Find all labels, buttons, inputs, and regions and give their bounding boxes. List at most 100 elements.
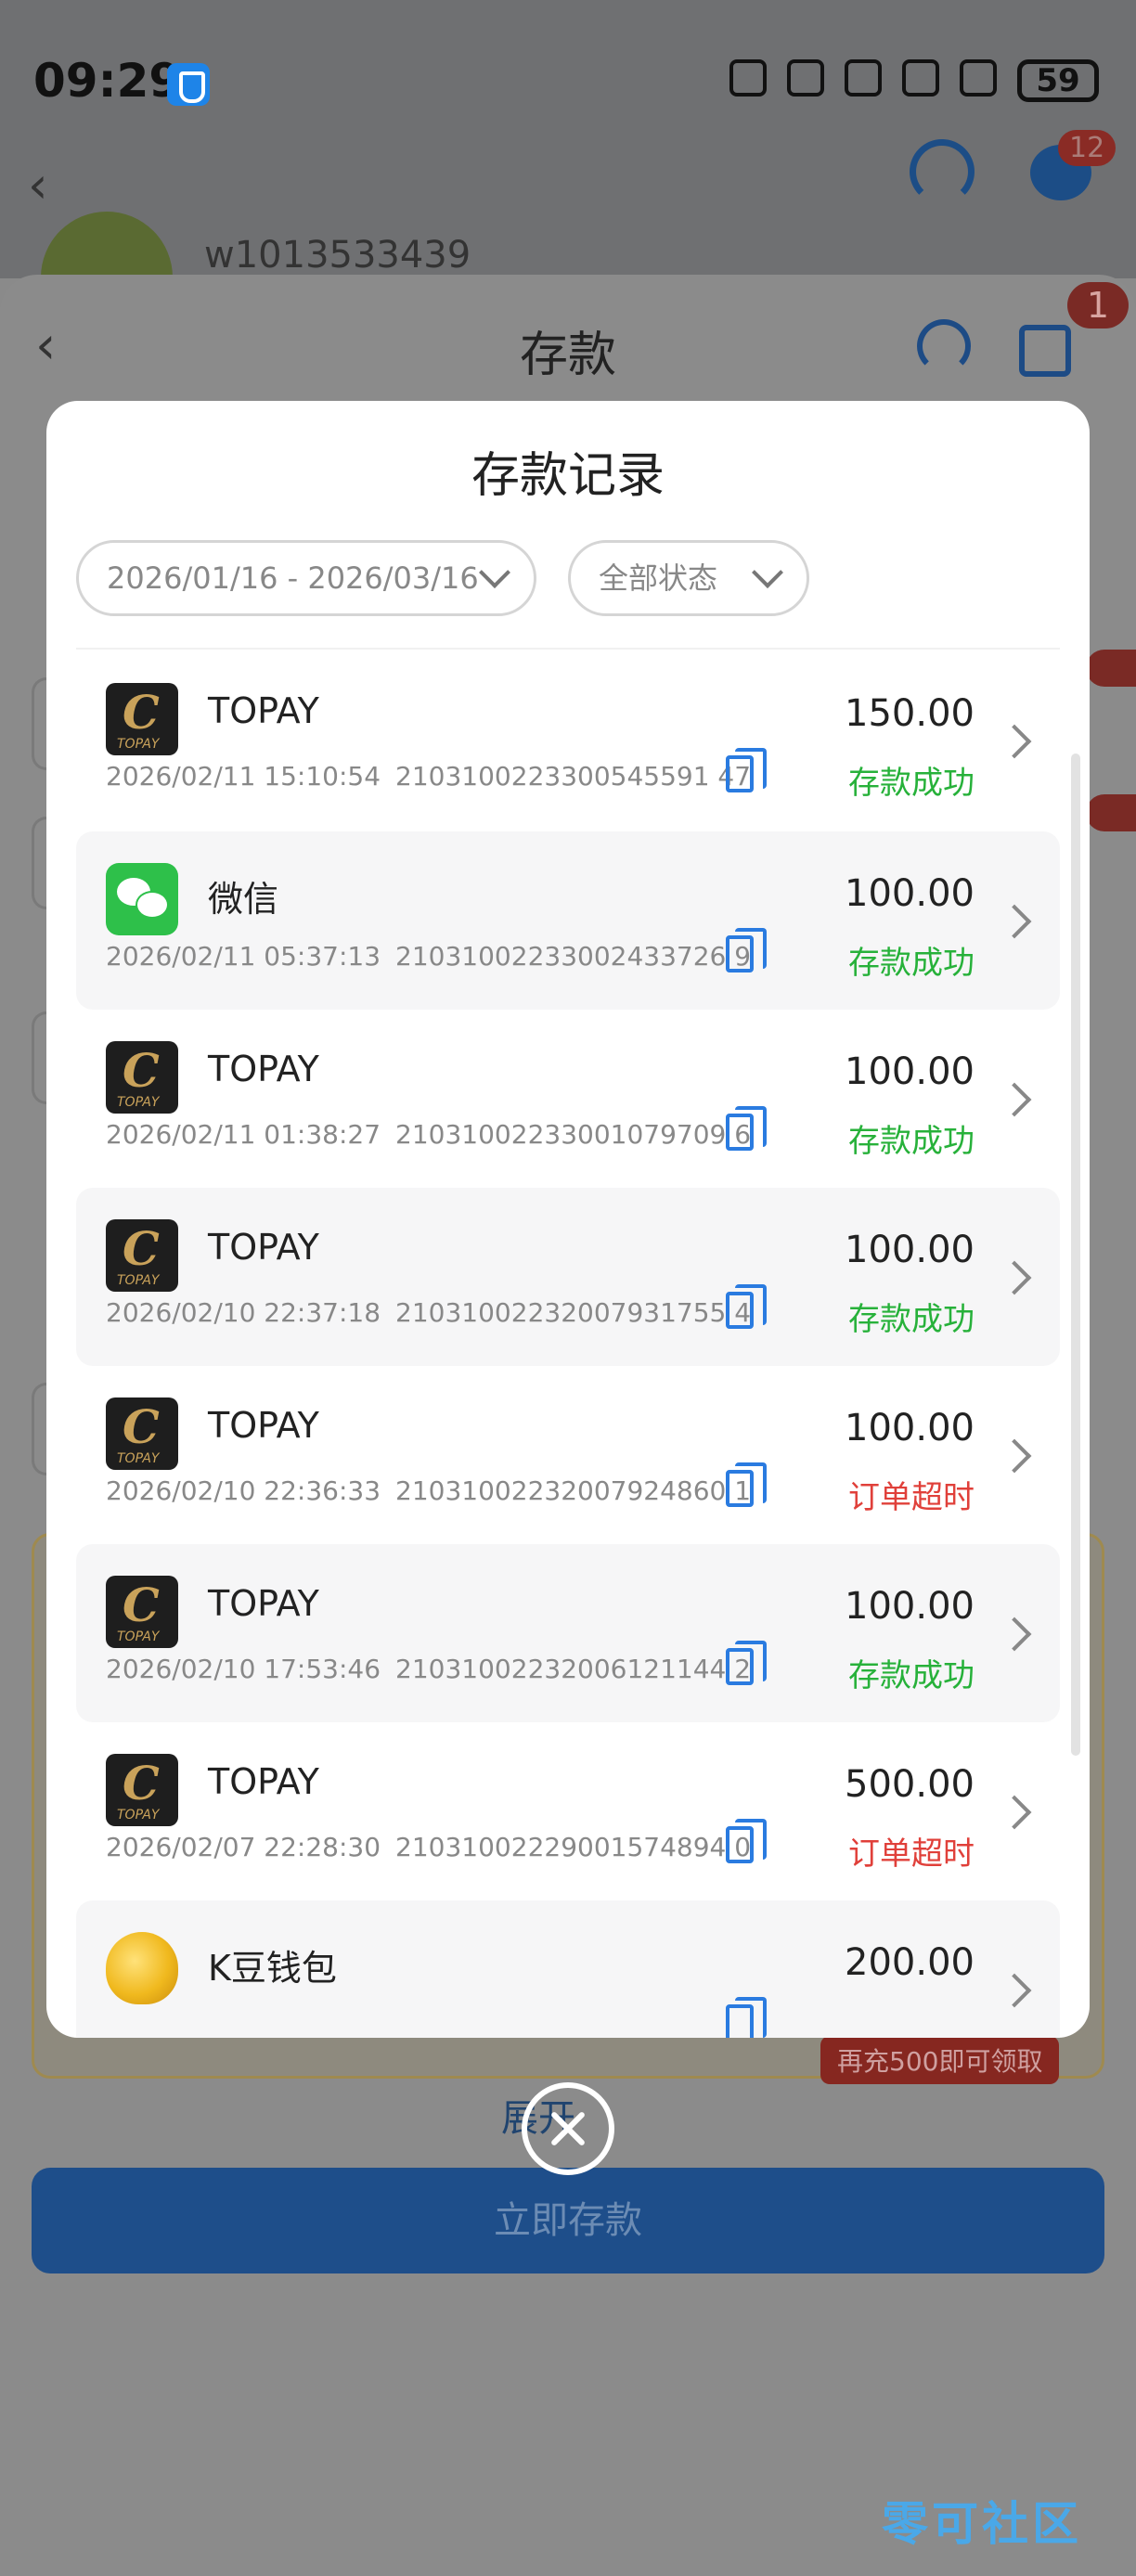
topay-logo-icon	[106, 1754, 178, 1826]
topay-logo-icon	[106, 683, 178, 755]
record-order: 21031002232007924860 1	[395, 1475, 752, 1506]
record-meta: 2026/02/07 22:28:30 21031002229001574894 …	[106, 1832, 751, 1862]
bg-badge-fragment	[1086, 794, 1136, 831]
record-status: 订单超时	[848, 1479, 975, 1516]
close-modal-button[interactable]	[522, 2082, 614, 2175]
record-time: 2026/02/10 22:37:18	[106, 1297, 381, 1328]
record-name: TOPAY	[208, 1227, 319, 1268]
record-row[interactable]: TOPAY 2026/02/11 15:10:54 210310022330054…	[76, 651, 1060, 830]
record-status: 存款成功	[848, 1123, 975, 1160]
chevron-down-icon	[752, 557, 783, 588]
topay-logo-icon	[106, 1041, 178, 1114]
records-list[interactable]: TOPAY 2026/02/11 15:10:54 210310022330054…	[76, 651, 1060, 2038]
record-amount: 100.00	[845, 1407, 975, 1449]
record-time: 2026/02/11 01:38:27	[106, 1119, 381, 1150]
record-meta: 2026/02/11 05:37:13 21031002233002433726 …	[106, 941, 751, 972]
record-row[interactable]: K豆钱包 200.00	[76, 1900, 1060, 2038]
record-order: 2103100223300545591 47	[395, 761, 752, 792]
record-amount: 100.00	[845, 1229, 975, 1271]
record-name: K豆钱包	[208, 1948, 337, 1989]
record-order: 21031002233002433726 9	[395, 941, 752, 972]
kdou-wallet-logo-icon	[106, 1932, 178, 2004]
scrollbar[interactable]	[1071, 753, 1080, 1756]
status-filter[interactable]: 全部状态	[568, 540, 809, 616]
record-row[interactable]: TOPAY 2026/02/10 22:36:33 210310022320079…	[76, 1366, 1060, 1544]
record-status: 存款成功	[848, 765, 975, 802]
record-status: 存款成功	[848, 1301, 975, 1338]
headset-icon[interactable]	[910, 139, 975, 204]
record-time: 2026/02/10 17:53:46	[106, 1654, 381, 1684]
record-meta: 2026/02/10 22:36:33 21031002232007924860 …	[106, 1475, 751, 1506]
record-time: 2026/02/11 05:37:13	[106, 941, 381, 972]
date-range-filter[interactable]: 2026/01/16 - 2026/03/16	[76, 540, 536, 616]
watermark-logo: 零可社区	[882, 2497, 1082, 2551]
copy-icon[interactable]	[726, 1284, 767, 1329]
record-amount: 100.00	[845, 1585, 975, 1628]
date-range-value: 2026/01/16 - 2026/03/16	[107, 560, 479, 596]
record-meta: 2026/02/10 17:53:46 21031002232006121144 …	[106, 1654, 751, 1684]
record-amount: 100.00	[845, 872, 975, 915]
topay-logo-icon	[106, 1219, 178, 1292]
alarm-icon	[787, 59, 824, 97]
record-order: 21031002232007931755 4	[395, 1297, 752, 1328]
chevron-right-icon	[997, 724, 1032, 759]
chevron-right-icon	[997, 1973, 1032, 2008]
record-name: TOPAY	[208, 1761, 319, 1802]
record-status: 存款成功	[848, 1657, 975, 1694]
record-meta: 2026/02/11 15:10:54 2103100223300545591 4…	[106, 761, 751, 792]
bg-badge-fragment	[1086, 650, 1136, 687]
record-badge: 1	[1067, 282, 1129, 328]
wifi-icon	[845, 59, 882, 97]
record-amount: 100.00	[845, 1050, 975, 1093]
record-time: 2026/02/10 22:36:33	[106, 1475, 381, 1506]
record-name: TOPAY	[208, 690, 319, 731]
signal-icon	[902, 59, 939, 97]
modal-title: 存款记录	[471, 448, 665, 504]
deposit-record-icon[interactable]	[1019, 325, 1071, 377]
nfc-icon	[729, 59, 767, 97]
copy-icon[interactable]	[726, 748, 767, 792]
record-name: 微信	[208, 879, 279, 920]
back-icon[interactable]: ‹	[28, 156, 48, 214]
deposit-now-button[interactable]: 立即存款	[32, 2168, 1104, 2273]
topay-logo-icon	[106, 1576, 178, 1648]
record-row[interactable]: TOPAY 2026/02/07 22:28:30 210310022290015…	[76, 1722, 1060, 1900]
record-amount: 150.00	[845, 692, 975, 735]
record-row[interactable]: TOPAY 2026/02/10 22:37:18 210310022320079…	[76, 1188, 1060, 1366]
promo-tag: 再充500即可领取	[820, 2036, 1060, 2084]
copy-icon[interactable]	[726, 1106, 767, 1151]
chevron-right-icon	[997, 1260, 1032, 1295]
record-row[interactable]: 微信 2026/02/11 05:37:13 210310022330024337…	[76, 831, 1060, 1010]
record-row[interactable]: TOPAY 2026/02/11 01:38:27 210310022330010…	[76, 1010, 1060, 1188]
topay-logo-icon	[106, 1397, 178, 1470]
status-time: 09:29	[33, 54, 182, 108]
chevron-right-icon	[997, 1795, 1032, 1830]
battery-icon: 59	[1017, 59, 1099, 102]
copy-icon[interactable]	[726, 1997, 767, 2038]
record-meta: 2026/02/11 01:38:27 21031002233001079709 …	[106, 1119, 751, 1150]
record-name: TOPAY	[208, 1583, 319, 1624]
shield-icon	[167, 63, 210, 106]
chevron-right-icon	[997, 1082, 1032, 1117]
customer-service-icon[interactable]	[917, 319, 971, 373]
record-meta: 2026/02/10 22:37:18 21031002232007931755 …	[106, 1297, 751, 1328]
copy-icon[interactable]	[726, 1641, 767, 1685]
signal-icon-2	[960, 59, 997, 97]
username: w1013533439	[204, 234, 471, 277]
chevron-right-icon	[997, 1616, 1032, 1652]
divider	[76, 648, 1060, 650]
record-name: TOPAY	[208, 1049, 319, 1089]
copy-icon[interactable]	[726, 1819, 767, 1863]
record-order: 21031002233001079709 6	[395, 1119, 752, 1150]
record-time: 2026/02/07 22:28:30	[106, 1832, 381, 1862]
deposit-records-modal: 存款记录 2026/01/16 - 2026/03/16 全部状态 TOPAY …	[46, 401, 1090, 2038]
chevron-right-icon	[997, 1438, 1032, 1474]
record-amount: 500.00	[845, 1763, 975, 1806]
copy-icon[interactable]	[726, 1462, 767, 1507]
chevron-right-icon	[997, 904, 1032, 939]
record-time: 2026/02/11 15:10:54	[106, 761, 381, 792]
status-filter-value: 全部状态	[599, 560, 718, 596]
copy-icon[interactable]	[726, 928, 767, 972]
record-status: 存款成功	[848, 945, 975, 982]
record-row[interactable]: TOPAY 2026/02/10 17:53:46 210310022320061…	[76, 1544, 1060, 1722]
